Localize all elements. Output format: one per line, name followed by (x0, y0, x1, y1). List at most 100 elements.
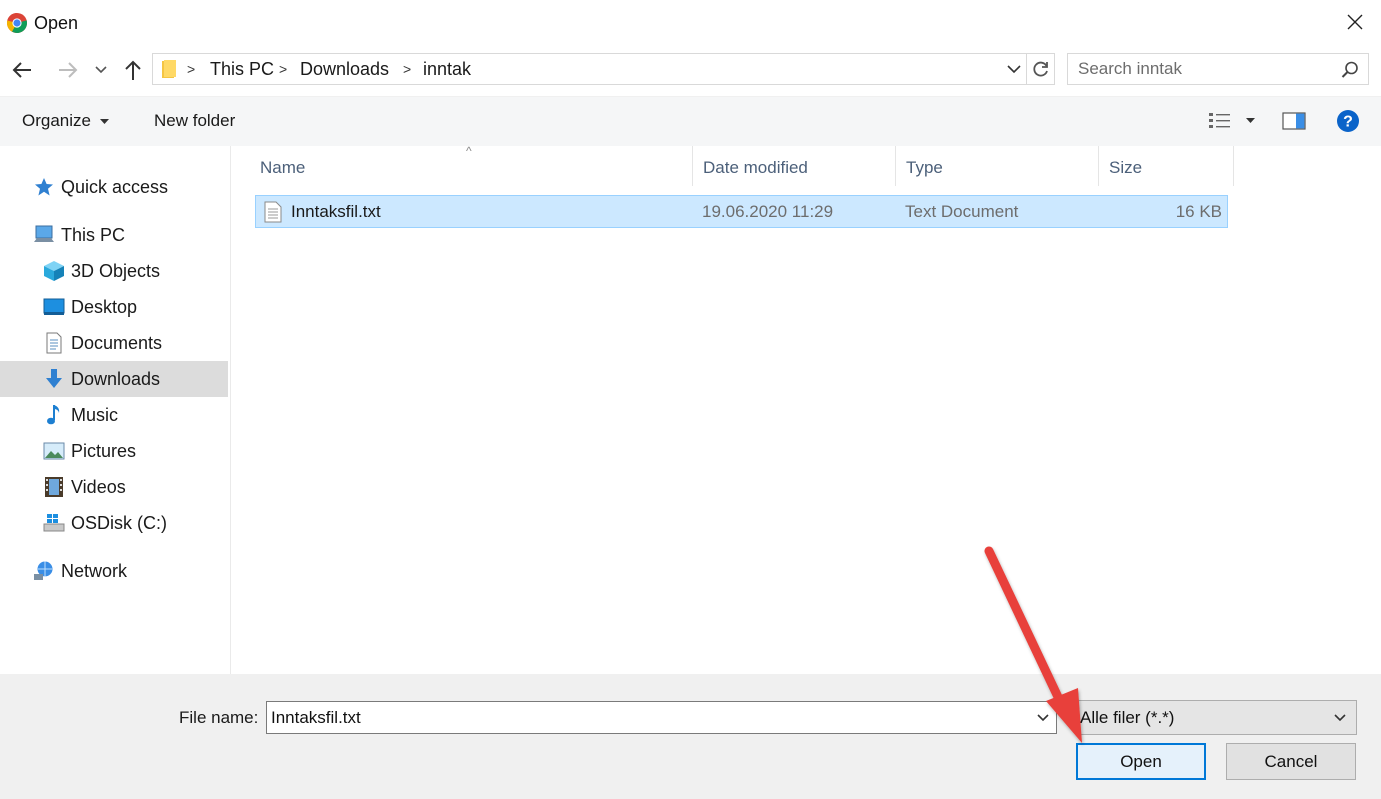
file-name-dropdown-button[interactable] (1032, 702, 1054, 733)
file-name-label: File name: (179, 708, 259, 727)
column-divider[interactable] (1233, 146, 1234, 186)
forward-button[interactable] (54, 56, 82, 84)
sidebar-item-label: Videos (71, 476, 126, 497)
column-header-name[interactable]: Name (250, 146, 692, 186)
chrome-icon (6, 13, 28, 34)
sidebar-item-label: This PC (61, 224, 126, 245)
column-header-size[interactable]: Size (1099, 146, 1233, 186)
sidebar-item-label: Desktop (71, 296, 138, 317)
file-name-input[interactable] (267, 702, 1027, 733)
refresh-icon (1032, 61, 1048, 77)
sidebar-item-downloads[interactable]: Downloads (0, 361, 228, 397)
file-type-filter-select[interactable]: Alle filer (*.*) (1075, 700, 1357, 735)
column-label: Name (260, 158, 306, 177)
sidebar-item-desktop[interactable]: Desktop (0, 289, 228, 325)
window-title: Open (34, 13, 79, 33)
column-label: Type (906, 158, 943, 177)
breadcrumb-separator: > (279, 61, 288, 77)
file-date-modified: 19.06.2020 11:29 (702, 202, 834, 221)
sidebar-item-3d-objects[interactable]: 3D Objects (0, 253, 228, 289)
sidebar-item-label: OSDisk (C:) (71, 512, 167, 533)
breadcrumb-this-pc[interactable]: This PC (210, 59, 274, 80)
organize-button[interactable]: Organize (22, 111, 109, 131)
file-list: ^ Name Date modified Type Size Inntaksfi… (232, 144, 1381, 674)
search-box[interactable] (1067, 53, 1369, 85)
file-type-dropdown-button[interactable] (1330, 701, 1350, 734)
file-dialog-footer: File name: Alle filer (*.*) Open Cancel (0, 674, 1381, 799)
caret-down-icon (1245, 118, 1255, 123)
column-header-date-modified[interactable]: Date modified (693, 146, 895, 186)
sidebar-item-quick-access[interactable]: Quick access (0, 169, 228, 205)
breadcrumb-separator: > (403, 61, 412, 77)
computer-icon (33, 224, 55, 246)
sidebar-item-documents[interactable]: Documents (0, 325, 228, 361)
chevron-down-icon (95, 66, 107, 74)
sidebar-item-videos[interactable]: Videos (0, 469, 228, 505)
sidebar-item-label: Documents (71, 332, 163, 353)
address-history-button[interactable] (1004, 54, 1024, 84)
preview-pane-icon (1282, 112, 1306, 130)
cancel-button[interactable]: Cancel (1226, 743, 1356, 780)
command-bar: Organize New folder ? (0, 96, 1381, 146)
chevron-down-icon (1037, 713, 1049, 721)
svg-text:?: ? (1343, 114, 1353, 131)
open-button[interactable]: Open (1076, 743, 1206, 780)
cube-icon (43, 260, 65, 282)
title-bar: Open (0, 0, 1381, 46)
sidebar-item-music[interactable]: Music (0, 397, 228, 433)
drive-icon (43, 512, 65, 534)
recent-locations-button[interactable] (90, 56, 112, 84)
sidebar-item-osdisk[interactable]: OSDisk (C:) (0, 505, 228, 541)
sidebar-item-label: Network (61, 560, 128, 581)
sidebar-item-label: Quick access (61, 176, 169, 197)
breadcrumb-inntak[interactable]: inntak (423, 59, 471, 80)
file-size: 16 KB (1175, 202, 1222, 221)
address-bar[interactable]: > This PC > Downloads > inntak (152, 53, 1055, 85)
file-row[interactable]: Inntaksfil.txt 19.06.2020 11:29 Text Doc… (255, 195, 1228, 228)
sidebar-item-pictures[interactable]: Pictures (0, 433, 228, 469)
download-icon (43, 368, 65, 390)
back-button[interactable] (8, 56, 36, 84)
new-folder-button[interactable]: New folder (154, 111, 235, 131)
up-button[interactable] (119, 56, 147, 84)
file-type-filter-value: Alle filer (*.*) (1080, 708, 1175, 727)
network-icon (33, 560, 55, 582)
column-header-type[interactable]: Type (896, 146, 1098, 186)
column-label: Date modified (703, 158, 808, 177)
close-icon (1347, 14, 1363, 30)
forward-arrow-icon (59, 62, 78, 78)
change-view-button[interactable] (1203, 107, 1259, 135)
search-icon (1341, 61, 1358, 78)
sidebar-item-label: Downloads (71, 368, 161, 389)
sidebar-item-this-pc[interactable]: This PC (0, 217, 228, 253)
breadcrumb-separator: > (187, 61, 196, 77)
chevron-down-icon (1007, 64, 1021, 73)
close-button[interactable] (1339, 6, 1371, 38)
help-icon: ? (1337, 110, 1359, 132)
preview-pane-button[interactable] (1280, 107, 1308, 135)
folder-icon (162, 60, 176, 78)
music-icon (43, 404, 65, 426)
file-name: Inntaksfil.txt (291, 202, 381, 221)
sidebar-item-label: Pictures (71, 440, 137, 461)
sidebar-item-network[interactable]: Network (0, 553, 228, 589)
up-arrow-icon (125, 60, 141, 80)
details-view-icon (1208, 113, 1230, 128)
picture-icon (43, 440, 65, 462)
refresh-button[interactable] (1026, 54, 1054, 84)
sidebar-item-label: 3D Objects (71, 260, 161, 281)
file-name-combobox[interactable] (266, 701, 1057, 734)
navigation-pane: Quick access This PC 3D Objects Desktop … (0, 146, 231, 674)
organize-label: Organize (22, 111, 91, 130)
video-icon (43, 476, 65, 498)
sidebar-item-label: Music (71, 404, 119, 425)
caret-down-icon (99, 118, 109, 124)
breadcrumb-downloads[interactable]: Downloads (300, 59, 389, 80)
help-button[interactable]: ? (1334, 107, 1362, 135)
chevron-down-icon (1334, 713, 1346, 721)
file-type: Text Document (905, 202, 1019, 221)
star-icon (33, 176, 55, 198)
desktop-icon (43, 296, 65, 318)
search-input[interactable] (1068, 54, 1328, 84)
column-label: Size (1109, 158, 1143, 177)
